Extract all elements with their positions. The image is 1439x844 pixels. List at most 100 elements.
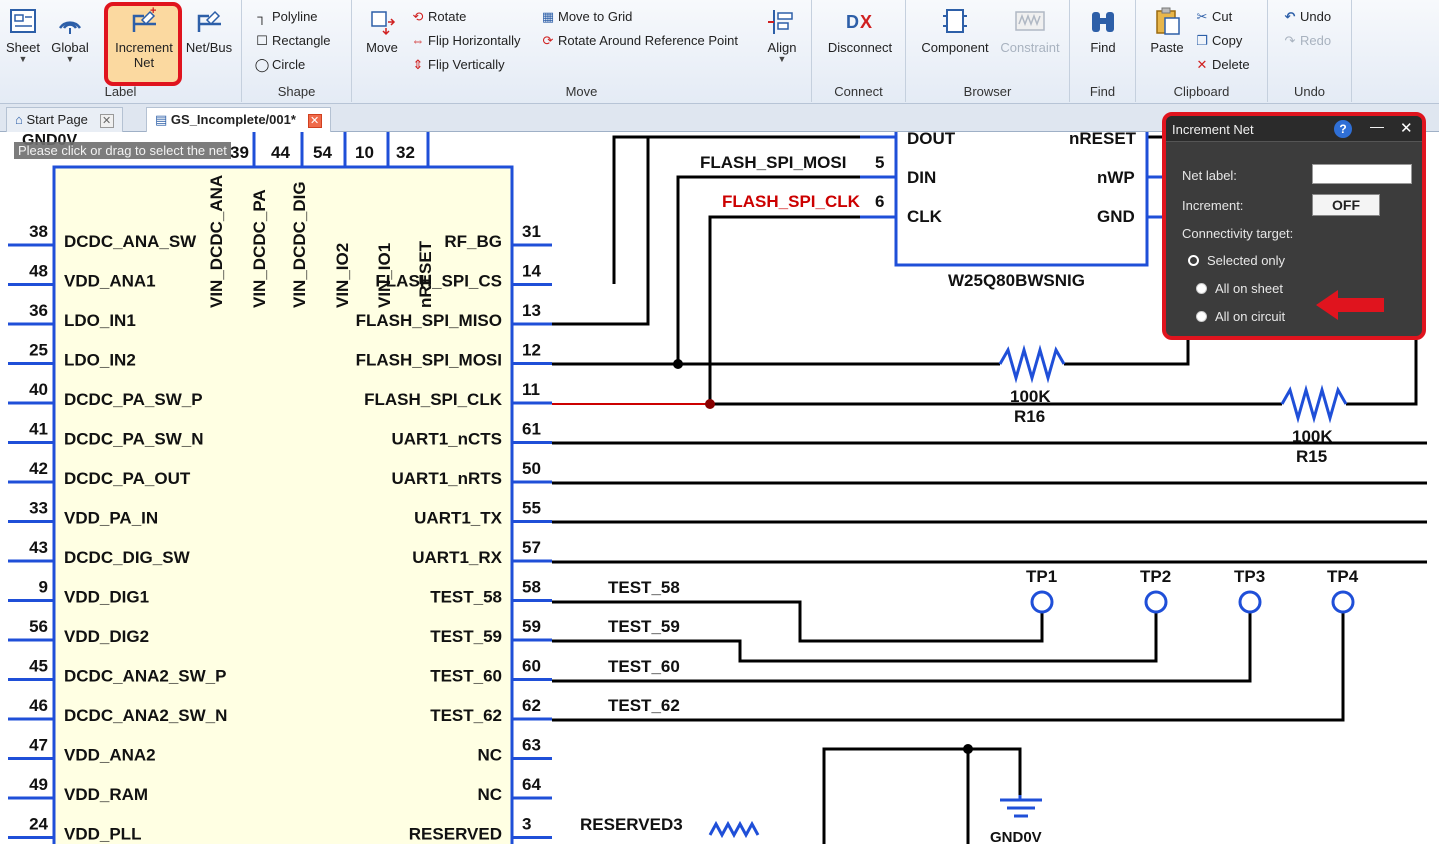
undo-label: Undo [1300, 9, 1332, 24]
undo-button[interactable]: ↶ Undo [1282, 9, 1332, 25]
radio-selected-only[interactable]: Selected only [1188, 253, 1285, 268]
tab-start-page[interactable]: ⌂ Start Page ✕ [6, 107, 123, 132]
help-icon[interactable]: ? [1334, 120, 1352, 138]
vertical-pin-name: nRESET [416, 240, 435, 308]
vertical-pin-name: VIN_IO2 [333, 243, 352, 308]
move-to-grid-label: Move to Grid [558, 9, 633, 24]
flip-vertically-button[interactable]: ⇕ Flip Vertically [410, 57, 505, 73]
component-icon [943, 9, 967, 33]
pin-number: 24 [29, 815, 48, 834]
net-label-flash-clk[interactable]: FLASH_SPI_CLK [722, 192, 861, 211]
clipboard-group-title: Clipboard [1173, 84, 1230, 99]
pin-name: VDD_ANA2 [64, 746, 156, 765]
main-ic-body[interactable] [52, 165, 514, 844]
flash-chip-body[interactable] [894, 132, 1149, 267]
tab-gs-incomplete[interactable]: ▤ GS_Incomplete/001* ✕ [146, 107, 331, 132]
resistor-r16-value: 100K [1010, 387, 1051, 406]
global-label: Global [51, 40, 89, 55]
move-icon [371, 11, 396, 36]
net-label[interactable]: RESERVED3 [580, 815, 683, 834]
ground-symbol [1000, 795, 1042, 818]
resistor-r16[interactable] [998, 344, 1066, 384]
paste-button[interactable]: Paste [1144, 6, 1190, 55]
pin-name: VDD_ANA1 [64, 272, 156, 291]
net-bus-icon [197, 10, 221, 32]
pin-name: VDD_DIG2 [64, 627, 149, 646]
rectangle-button[interactable]: ☐ Rectangle [254, 33, 330, 49]
vertical-pin-name: VIN_DCDC_ANA [207, 175, 226, 308]
test-point-tp4[interactable] [1331, 590, 1355, 614]
disconnect-button[interactable]: D X Disconnect [822, 6, 898, 55]
rotate-around-ref-button[interactable]: ⟳ Rotate Around Reference Point [540, 33, 738, 49]
wire-clk[interactable] [708, 215, 890, 404]
move-button[interactable]: Move [360, 6, 404, 55]
constraint-button[interactable]: Constraint [994, 6, 1066, 55]
increment-caption: Increment: [1182, 198, 1244, 213]
move-group-title: Move [565, 84, 598, 99]
find-button[interactable]: Find [1080, 6, 1126, 55]
radio-all-on-sheet[interactable]: All on sheet [1196, 281, 1283, 296]
rotate-around-ref-label: Rotate Around Reference Point [558, 33, 738, 48]
net-label[interactable]: TEST_58 [608, 578, 680, 597]
circle-button[interactable]: ◯ Circle [254, 57, 306, 73]
radio-all-on-sheet-label: All on sheet [1215, 281, 1283, 296]
dialog-title-bar[interactable]: Increment Net ? — ✕ [1166, 116, 1422, 142]
pin-number: 48 [29, 262, 48, 281]
test-point-tp1[interactable] [1030, 590, 1054, 614]
flip-horizontally-label: Flip Horizontally [428, 33, 521, 48]
delete-x-icon: ✕ [1196, 57, 1208, 72]
pin-number: 49 [29, 775, 48, 794]
component-button[interactable]: Component [914, 6, 996, 55]
minimize-icon[interactable]: — [1370, 118, 1384, 134]
increment-net-button[interactable]: + Increment Net [110, 6, 178, 70]
copy-button[interactable]: ❐ Copy [1194, 33, 1242, 49]
pin-name: DCDC_DIG_SW [64, 548, 191, 567]
resistor-r15-value: 100K [1292, 427, 1333, 446]
radio-selected-icon [1188, 255, 1199, 266]
test-point-tp3[interactable] [1238, 590, 1262, 614]
increment-net-label-2: Net [133, 55, 155, 70]
net-label[interactable]: TEST_59 [608, 617, 680, 636]
find-group-title: Find [1089, 84, 1116, 99]
increment-toggle[interactable]: OFF [1312, 194, 1380, 216]
flip-horizontally-button[interactable]: ⇔ Flip Horizontally [410, 33, 521, 49]
browser-group-title: Browser [963, 84, 1012, 99]
pin-name: VDD_PA_IN [64, 509, 158, 528]
net-label[interactable]: TEST_60 [608, 657, 680, 676]
pin-name: VDD_DIG1 [64, 588, 149, 607]
close-icon[interactable]: ✕ [1400, 119, 1413, 137]
resistor-r15[interactable] [1280, 384, 1348, 424]
net-label[interactable]: TEST_62 [608, 696, 680, 715]
undo-group: ↶ Undo ↷ Redo Undo [1268, 0, 1352, 102]
cut-button[interactable]: ✂ Cut [1194, 9, 1233, 25]
copy-label: Copy [1212, 33, 1243, 48]
scissors-icon: ✂ [1196, 9, 1208, 24]
flash-part-number: W25Q80BWSNIG [948, 271, 1085, 290]
tab-gs-incomplete-close-icon[interactable]: ✕ [307, 114, 322, 128]
flash-pin-number: 5 [875, 153, 884, 172]
delete-button[interactable]: ✕ Delete [1194, 57, 1250, 73]
wire-miso[interactable] [552, 137, 650, 326]
align-icon [768, 10, 793, 34]
sheet-button[interactable]: Sheet ▼ [4, 6, 42, 64]
rotate-button[interactable]: ⟲ Rotate [410, 9, 467, 25]
polyline-button[interactable]: ┐ Polyline [254, 9, 317, 25]
net-label-flash-mosi[interactable]: FLASH_SPI_MOSI [700, 153, 846, 172]
pin-number: 33 [29, 499, 48, 518]
dialog-title: Increment Net [1172, 122, 1254, 137]
net-label-input[interactable] [1312, 164, 1412, 184]
circle-icon: ◯ [254, 57, 270, 72]
global-button[interactable]: Global ▼ [48, 6, 92, 64]
pin-name: RF_BG [444, 232, 502, 251]
net-bus-button[interactable]: Net/Bus [182, 6, 236, 55]
radio-all-on-circuit[interactable]: All on circuit [1196, 309, 1285, 324]
align-button[interactable]: Align ▼ [760, 6, 804, 64]
test-point-tp2[interactable] [1144, 590, 1168, 614]
redo-button[interactable]: ↷ Redo [1282, 33, 1332, 49]
sheet-label: Sheet [6, 40, 40, 55]
pin-number: 9 [39, 578, 48, 597]
pin-number: 61 [522, 420, 541, 439]
move-to-grid-button[interactable]: ▦ Move to Grid [540, 9, 633, 25]
increment-net-dialog: Increment Net ? — ✕ Net label: Increment… [1162, 112, 1426, 340]
tab-start-page-close-icon[interactable]: ✕ [99, 114, 114, 128]
